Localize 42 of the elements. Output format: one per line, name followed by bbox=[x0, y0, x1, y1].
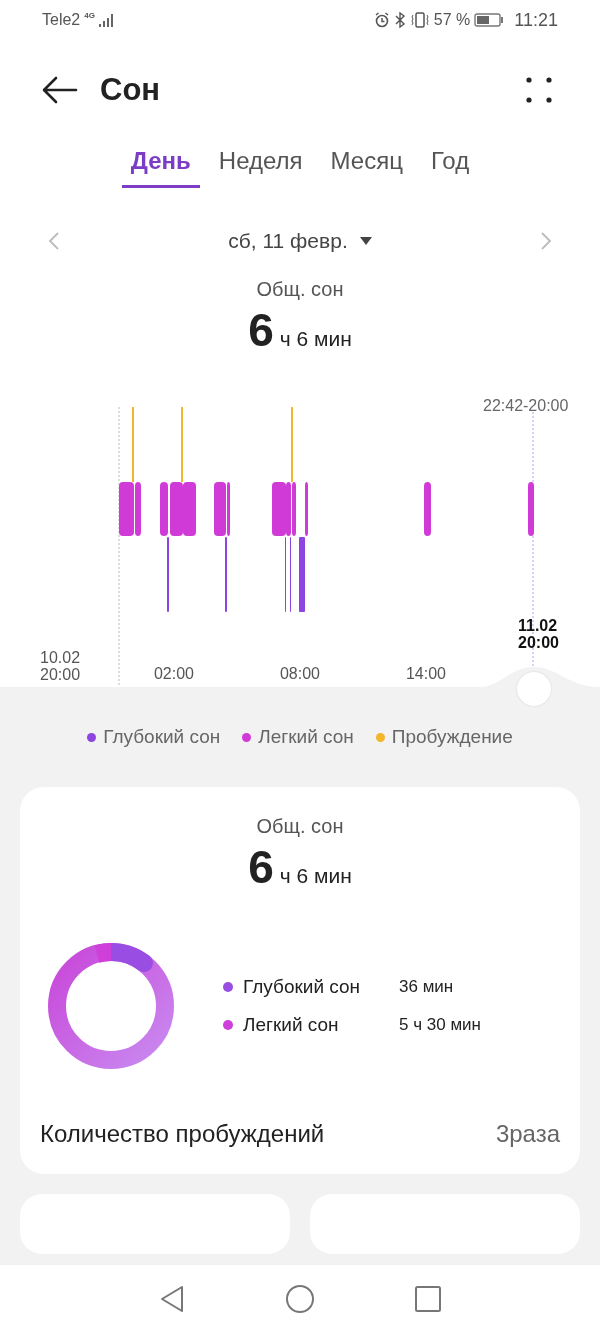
vibrate-icon bbox=[409, 12, 430, 28]
home-nav-icon[interactable] bbox=[285, 1283, 315, 1314]
bluetooth-icon bbox=[393, 12, 406, 28]
battery-icon bbox=[474, 13, 505, 27]
period-tab[interactable]: Год bbox=[421, 144, 479, 188]
more-options-icon[interactable] bbox=[526, 77, 552, 103]
period-tab[interactable]: День bbox=[121, 144, 200, 188]
period-tab[interactable]: Неделя bbox=[209, 144, 312, 188]
legend-label: Глубокий сон bbox=[103, 726, 221, 748]
stage-duration: 36 мин bbox=[399, 977, 454, 997]
period-tab[interactable]: Месяц bbox=[321, 144, 412, 188]
chart-start-label: 10.02 20:00 bbox=[40, 649, 81, 683]
carrier-name: Tele2 bbox=[42, 11, 81, 29]
wakeups-count: 3раза bbox=[495, 1120, 560, 1148]
wakeups-label: Количество пробуждений bbox=[40, 1120, 325, 1148]
date-picker[interactable]: сб, 11 февр. bbox=[228, 229, 348, 253]
stage-label: Легкий сон bbox=[243, 1014, 340, 1036]
total-sleep-label: Общ. сон bbox=[256, 815, 344, 838]
time-range-label: 22:42-20:00 bbox=[483, 397, 569, 415]
total-sleep-label: Общ. сон bbox=[256, 278, 344, 301]
recents-nav-icon[interactable] bbox=[415, 1285, 441, 1312]
sleep-hours-value: 6 bbox=[248, 840, 274, 894]
sleep-hours-value: 6 bbox=[248, 303, 274, 357]
back-arrow-icon[interactable] bbox=[42, 76, 78, 104]
sleep-duration-unit: ч 6 мин bbox=[279, 327, 352, 351]
clock-time: 11:21 bbox=[514, 9, 558, 31]
battery-percent: 57 % bbox=[433, 11, 471, 29]
network-type: 4G bbox=[84, 11, 95, 20]
time-axis-label: 14:00 bbox=[404, 665, 447, 683]
signal-icon bbox=[98, 13, 115, 27]
time-axis-label: 02:00 bbox=[152, 665, 195, 683]
time-axis-label: 08:00 bbox=[278, 665, 321, 683]
chart-end-label: 11.02 20:00 bbox=[518, 617, 559, 651]
back-nav-icon[interactable] bbox=[159, 1284, 185, 1313]
stage-duration: 5 ч 30 мин bbox=[399, 1015, 481, 1035]
legend-label: Пробуждение bbox=[391, 726, 513, 748]
sleep-duration-unit: ч 6 мин bbox=[279, 864, 352, 888]
legend-label: Легкий сон bbox=[258, 726, 354, 748]
dropdown-caret-icon[interactable] bbox=[359, 237, 372, 245]
page-title: Сон bbox=[100, 72, 161, 108]
stage-label: Глубокий сон bbox=[243, 976, 362, 998]
alarm-icon bbox=[373, 12, 390, 28]
